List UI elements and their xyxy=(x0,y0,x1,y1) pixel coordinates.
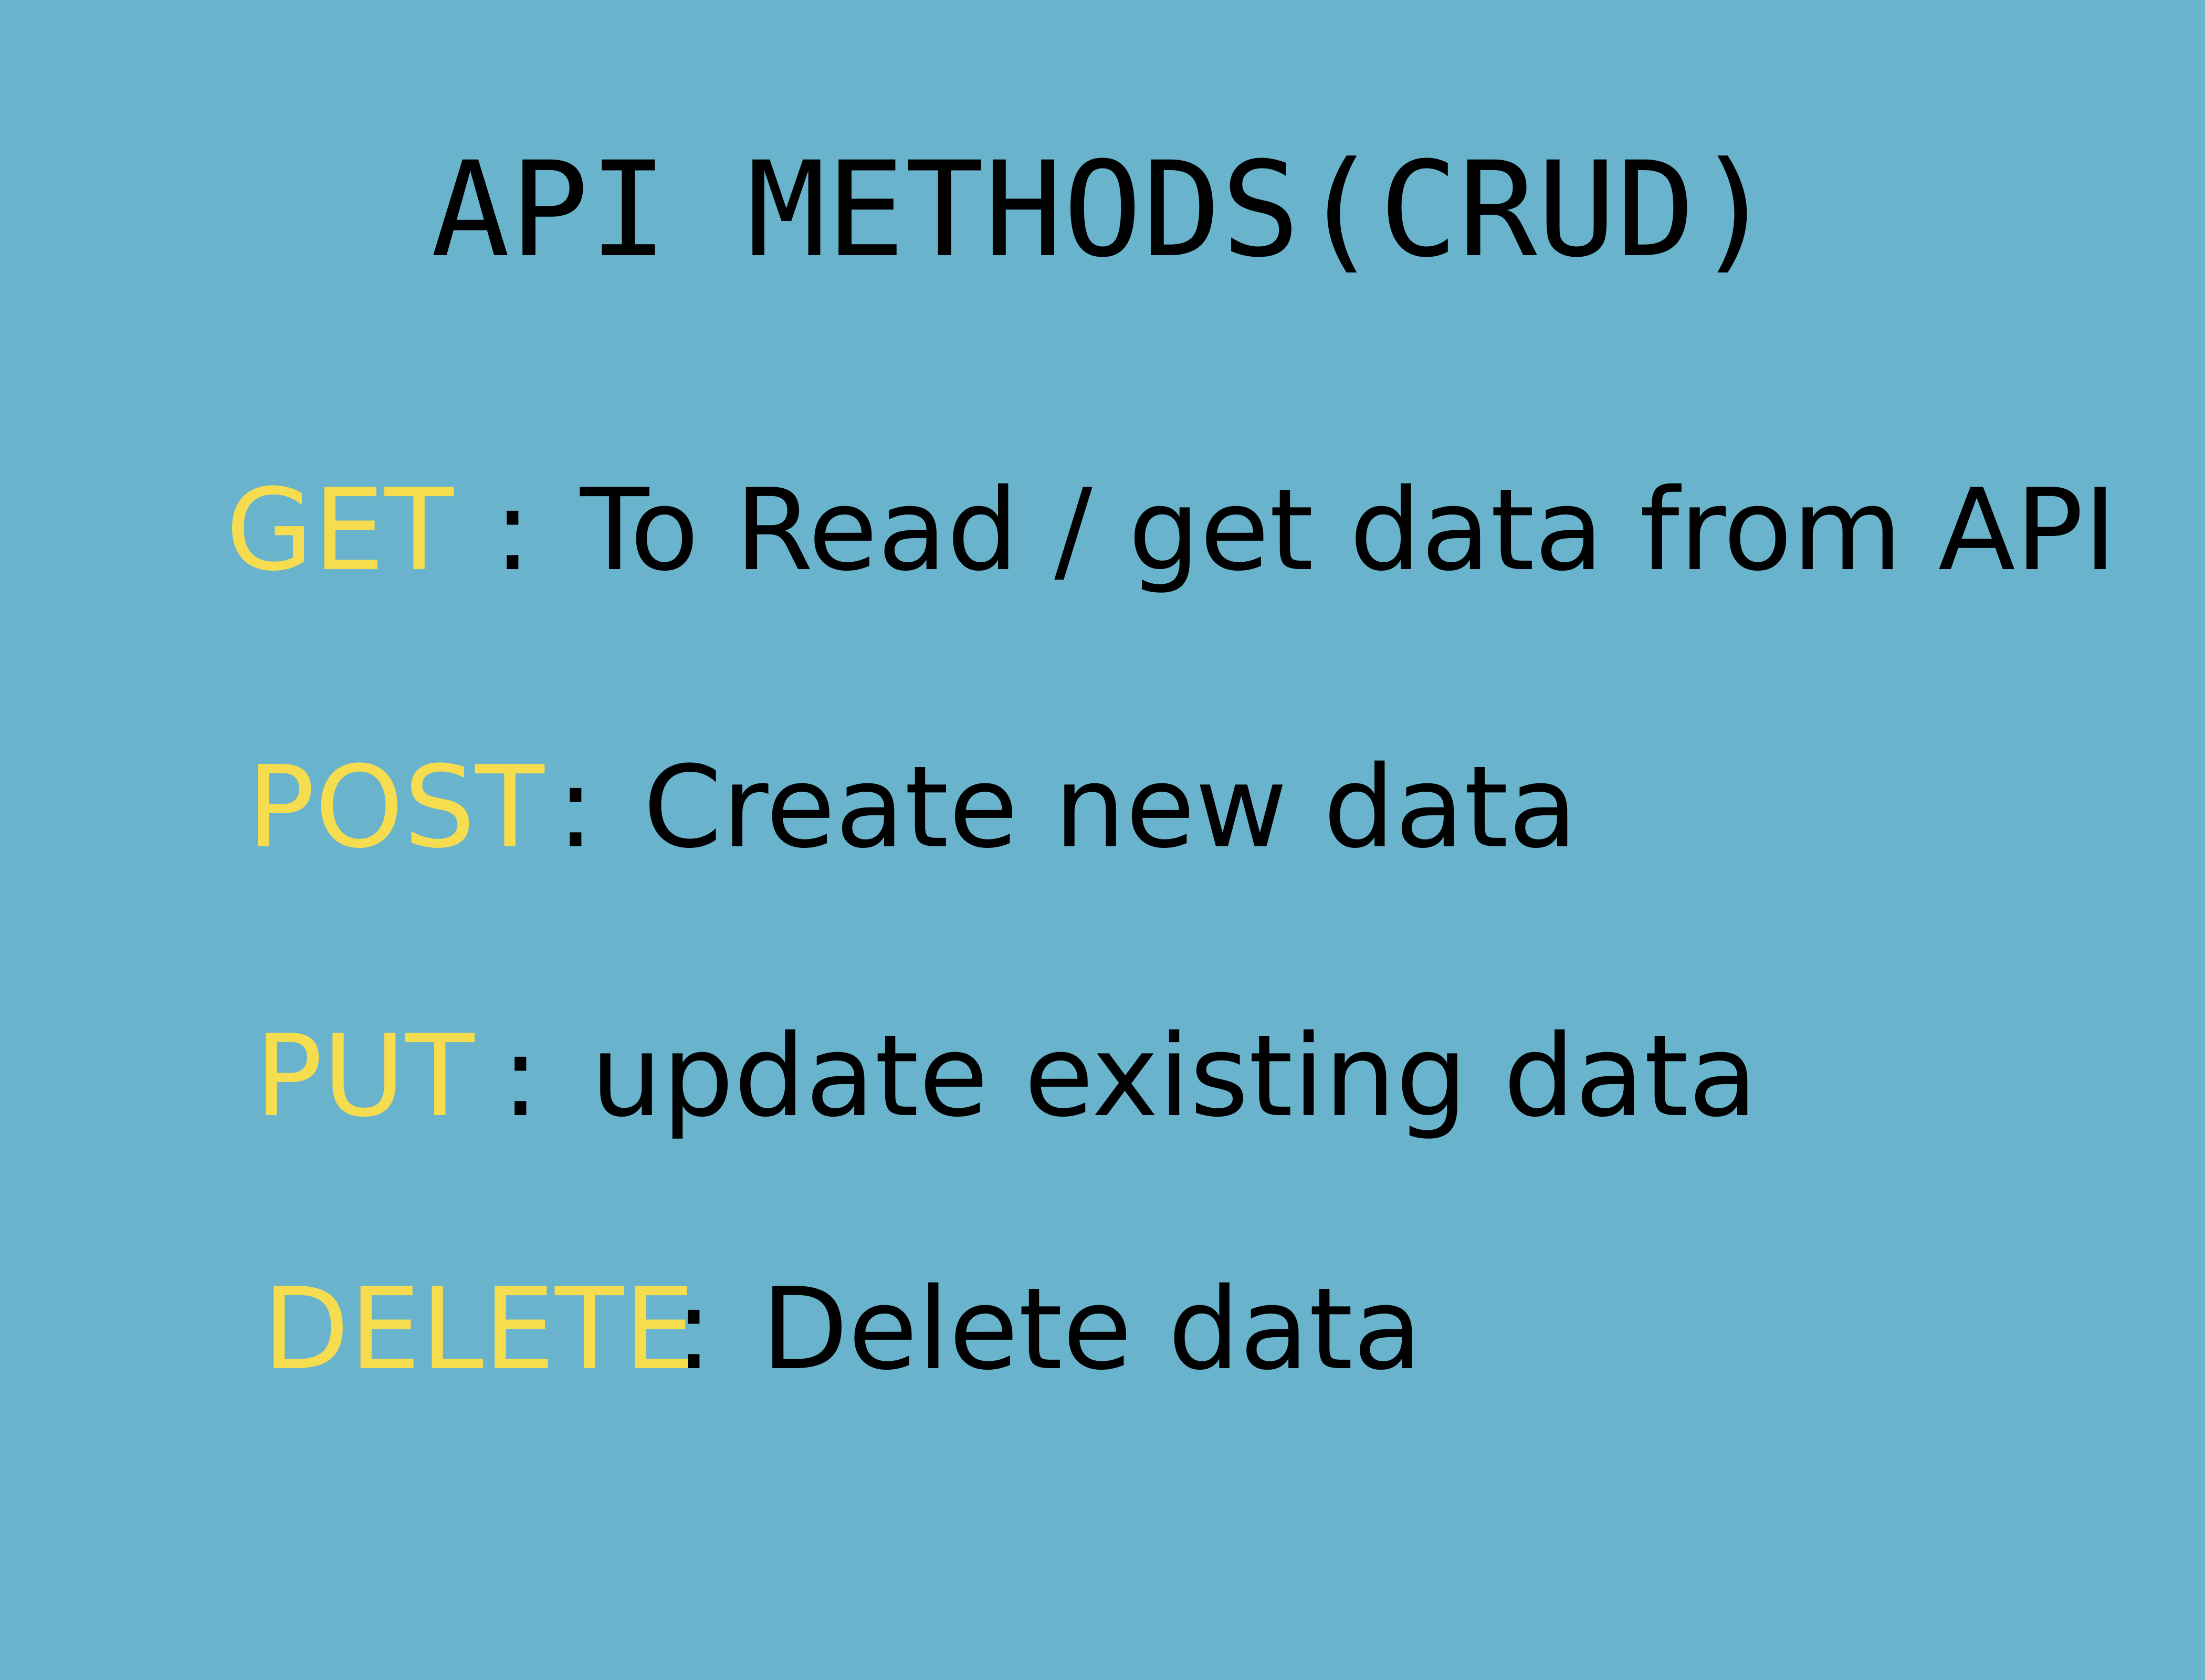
separator: : xyxy=(501,1010,540,1142)
page-title: API METHODS(CRUD) xyxy=(430,133,1774,286)
method-description: Delete data xyxy=(761,1263,1423,1395)
method-name: PUT xyxy=(255,1010,475,1142)
method-description: update existing data xyxy=(591,1010,1758,1142)
method-name: POST xyxy=(247,741,544,873)
separator: : xyxy=(556,741,595,873)
method-description: To Read / get data from API xyxy=(580,464,2117,596)
method-name: DELETE xyxy=(262,1263,696,1395)
separator: : xyxy=(675,1263,713,1395)
method-name: GET xyxy=(226,464,454,596)
method-description: Create new data xyxy=(643,741,1578,873)
separator: : xyxy=(494,464,532,596)
